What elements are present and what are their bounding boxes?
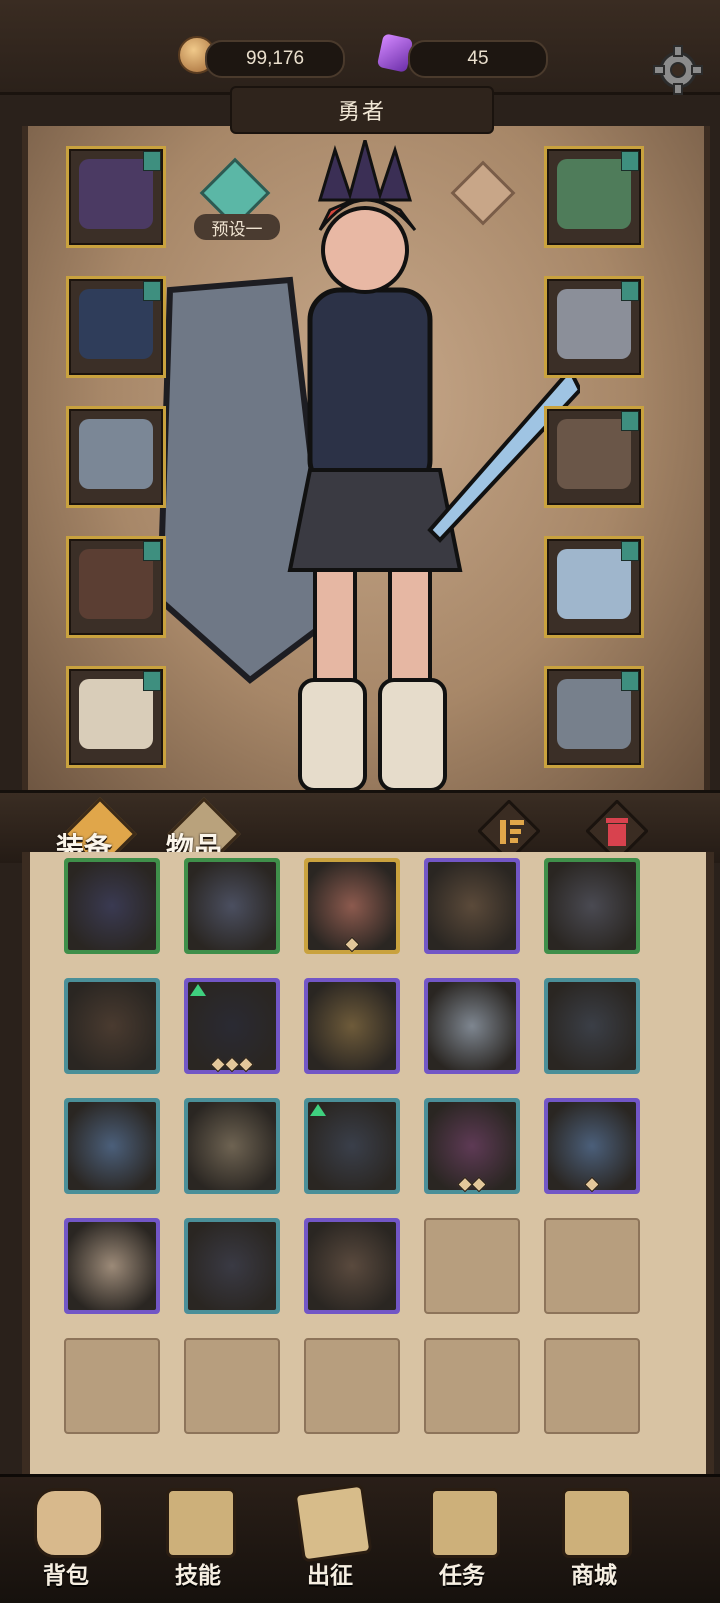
equip-slot-right-necklace[interactable] (544, 146, 644, 248)
equip-slot-left-gauntlet[interactable] (66, 406, 166, 508)
bracer-icon (68, 1222, 156, 1310)
skill-book-icon (166, 1488, 236, 1558)
gem-sockets (344, 936, 360, 953)
nav-skill-book[interactable]: 技能 (148, 1484, 248, 1594)
equipped-tag (621, 671, 639, 691)
equipped-tag (621, 151, 639, 171)
equipped-tag (621, 281, 639, 301)
sword-map-icon (293, 1483, 373, 1563)
inventory-item-pants[interactable] (184, 1218, 280, 1314)
equip-slot-right-orb[interactable] (544, 406, 644, 508)
hero-character (156, 140, 580, 792)
necklace-icon (557, 159, 631, 229)
nav-scroll[interactable]: 任务 (412, 1484, 512, 1594)
equipped-tag (143, 541, 161, 561)
nav-sword-map[interactable]: 出征 (280, 1483, 380, 1594)
inventory-item-lantern-amulet[interactable] (64, 1098, 160, 1194)
inventory-slot-empty[interactable] (64, 1338, 160, 1434)
inventory-slot-empty[interactable] (544, 1338, 640, 1434)
equipped-tag (143, 151, 161, 171)
nav-label: 商城 (571, 1562, 617, 1588)
inventory-slot-empty[interactable] (424, 1218, 520, 1314)
nav-backpack[interactable]: 背包 (16, 1484, 116, 1594)
crown-icon (79, 159, 153, 229)
inventory-item-dagger[interactable] (304, 858, 400, 954)
inventory-slot-empty[interactable] (424, 1338, 520, 1434)
socket-pip (584, 1176, 600, 1193)
scroll-icon (430, 1488, 500, 1558)
orb-icon (557, 419, 631, 489)
socket-pip (238, 1056, 254, 1073)
tunic-icon (308, 1222, 396, 1310)
ring-icon (548, 862, 636, 950)
nav-label: 背包 (43, 1562, 89, 1588)
amulet-icon (68, 982, 156, 1070)
armor-icon (79, 289, 153, 359)
helmet-icon (68, 862, 156, 950)
inventory-item-helmet[interactable] (64, 858, 160, 954)
gear-icon[interactable] (652, 44, 704, 96)
dagger-icon (557, 549, 631, 619)
nav-label: 任务 (439, 1562, 485, 1588)
cross-necklace-icon (548, 982, 636, 1070)
equip-slot-left-crown[interactable] (66, 146, 166, 248)
boots-icon (79, 679, 153, 749)
top-bar (0, 0, 720, 95)
inventory-slot-empty[interactable] (184, 1338, 280, 1434)
equipped-tag (621, 541, 639, 561)
inventory-item-curved-blade[interactable] (424, 1098, 520, 1194)
inventory-item-cross-necklace[interactable] (544, 978, 640, 1074)
equip-slot-left-boots[interactable] (66, 666, 166, 768)
nav-shop-crown[interactable]: 商城 (544, 1484, 644, 1594)
inventory-slot-empty[interactable] (304, 1338, 400, 1434)
curved-blade-icon (428, 1102, 516, 1190)
equip-slot-left-armor[interactable] (66, 276, 166, 378)
upgrade-arrow-icon (190, 984, 206, 996)
inventory-item-lantern-amulet[interactable] (544, 1098, 640, 1194)
spear-head-icon (428, 862, 516, 950)
inventory-item-ring-red[interactable] (304, 978, 400, 1074)
inventory-slot-empty[interactable] (544, 1218, 640, 1314)
lantern-amulet-icon (68, 1102, 156, 1190)
inventory-item-ring[interactable] (544, 858, 640, 954)
equipped-tag (621, 411, 639, 431)
inventory-item-saber[interactable] (424, 978, 520, 1074)
nav-label: 出征 (307, 1562, 353, 1588)
inventory-item-cap[interactable] (184, 978, 280, 1074)
pants-icon (188, 1222, 276, 1310)
equipped-tag (143, 281, 161, 301)
equip-slot-left-belt[interactable] (66, 536, 166, 638)
saber-icon (428, 982, 516, 1070)
inventory-item-round-shield[interactable] (184, 1098, 280, 1194)
round-shield-icon (188, 1102, 276, 1190)
backpack-icon (34, 1488, 104, 1558)
equip-slot-right-shield[interactable] (544, 666, 644, 768)
gem-amount: 45 (408, 40, 548, 78)
shop-crown-icon (562, 1488, 632, 1558)
shield-icon (557, 679, 631, 749)
gem-sockets (457, 1176, 487, 1193)
nav-label: 技能 (175, 1562, 221, 1588)
inventory-item-bracer[interactable] (64, 1218, 160, 1314)
inventory-item-tunic[interactable] (304, 1218, 400, 1314)
inventory-item-greaves[interactable] (184, 858, 280, 954)
inventory-item-spear-head[interactable] (424, 858, 520, 954)
gold-amount: 99,176 (205, 40, 345, 78)
gem-sockets (210, 1056, 254, 1073)
equipped-tag (143, 671, 161, 691)
inventory-item-amulet[interactable] (64, 978, 160, 1074)
equip-slot-right-dagger[interactable] (544, 536, 644, 638)
hero-name: 勇者 (230, 86, 494, 134)
ring-red-icon (308, 982, 396, 1070)
inventory-item-leg-armor[interactable] (304, 1098, 400, 1194)
gauntlet-icon (79, 419, 153, 489)
socket-pip (471, 1176, 487, 1193)
belt-icon (79, 549, 153, 619)
socket-pip (344, 936, 360, 953)
gem-sockets (584, 1176, 600, 1193)
greaves-icon (188, 862, 276, 950)
equip-slot-right-ring[interactable] (544, 276, 644, 378)
ring-icon (557, 289, 631, 359)
upgrade-arrow-icon (310, 1104, 326, 1116)
